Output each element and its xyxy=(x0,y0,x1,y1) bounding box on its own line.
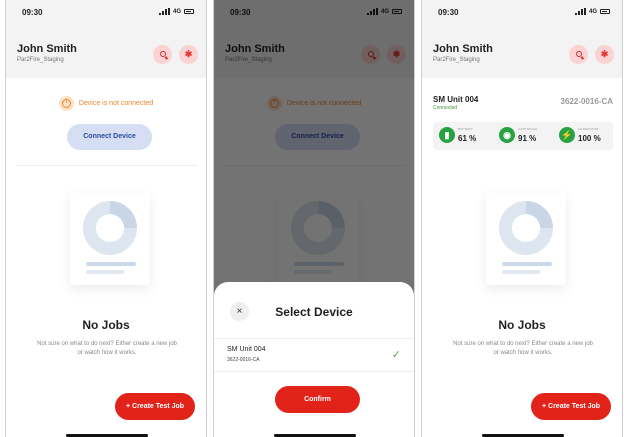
cartridge-icon: ◉ xyxy=(499,127,515,143)
screen-select-device: 09:30 4G John Smith Par2Fire_Staging ✱ D… xyxy=(213,0,415,437)
empty-state-illustration xyxy=(486,193,566,285)
device-metrics: ▮ BATTERY 61 % ◉ CARTRIDGE 91 % ⚡ GENERA… xyxy=(433,122,613,150)
empty-state-title: No Jobs xyxy=(82,318,130,332)
app-header: John Smith Par2Fire_Staging ✱ xyxy=(6,24,206,78)
metric-value: 100 % xyxy=(578,134,601,143)
gear-icon: ✱ xyxy=(600,49,609,59)
search-icon xyxy=(575,51,582,57)
create-test-job-button[interactable]: + Create Test Job xyxy=(531,393,611,420)
status-time: 09:30 xyxy=(22,8,43,17)
battery-icon: ▮ xyxy=(439,127,455,143)
app-header: John Smith Par2Fire_Staging ✱ xyxy=(422,24,622,78)
divider xyxy=(16,165,198,166)
device-name: SM Unit 004 xyxy=(227,346,266,353)
notice-text: Device is not connected xyxy=(78,100,154,107)
network-label: 4G xyxy=(172,8,181,15)
metric-value: 61 % xyxy=(458,134,477,143)
select-device-sheet: × Select Device SM Unit 004 3622-0016-CA… xyxy=(214,282,414,437)
screen-disconnected: 09:30 4G John Smith Par2Fire_Staging ✱ D… xyxy=(5,0,207,437)
metric-label: GENERATOR xyxy=(578,127,599,131)
create-test-job-button[interactable]: + Create Test Job xyxy=(115,393,195,420)
placeholder-line xyxy=(86,270,124,274)
unit-name: SM Unit 004 xyxy=(433,95,479,104)
signal-icon xyxy=(574,8,586,15)
battery-status-icon xyxy=(600,9,610,14)
metric-label: BATTERY xyxy=(458,127,473,131)
empty-state-illustration xyxy=(70,193,150,285)
placeholder-line xyxy=(502,270,540,274)
search-icon xyxy=(159,51,166,57)
warning-icon xyxy=(58,96,74,111)
search-button[interactable] xyxy=(153,45,172,64)
sheet-title: Select Device xyxy=(275,305,353,319)
unit-status: Connected xyxy=(433,105,458,111)
user-organization: Par2Fire_Staging xyxy=(433,57,480,63)
search-button[interactable] xyxy=(569,45,588,64)
donut-chart-icon xyxy=(499,201,553,255)
status-bar: 09:30 4G xyxy=(6,0,206,24)
status-bar: 09:30 4G xyxy=(422,0,622,24)
settings-button[interactable]: ✱ xyxy=(179,45,198,64)
battery-status-icon xyxy=(184,9,194,14)
user-name: John Smith xyxy=(433,43,493,55)
signal-icon xyxy=(158,8,170,15)
unit-serial: 3622-0016-CA xyxy=(560,97,613,106)
checkmark-icon: ✓ xyxy=(391,349,401,361)
metric-label: CARTRIDGE xyxy=(518,127,538,131)
settings-button[interactable]: ✱ xyxy=(595,45,614,64)
empty-state-title: No Jobs xyxy=(498,318,546,332)
user-name: John Smith xyxy=(17,43,77,55)
placeholder-line xyxy=(86,262,136,266)
screen-connected: 09:30 4G John Smith Par2Fire_Staging ✱ S… xyxy=(421,0,623,437)
network-label: 4G xyxy=(588,8,597,15)
generator-icon: ⚡ xyxy=(559,127,575,143)
metric-value: 91 % xyxy=(518,134,537,143)
user-organization: Par2Fire_Staging xyxy=(17,57,64,63)
placeholder-line xyxy=(502,262,552,266)
status-time: 09:30 xyxy=(438,8,459,17)
empty-state-description: Not sure on what to do next? Either crea… xyxy=(453,341,593,356)
confirm-button[interactable]: Confirm xyxy=(275,386,360,413)
connection-notice: Device is not connected xyxy=(6,96,206,111)
device-list-item[interactable]: SM Unit 004 3622-0016-CA ✓ xyxy=(214,338,414,372)
device-serial: 3622-0016-CA xyxy=(227,357,260,363)
donut-chart-icon xyxy=(83,201,137,255)
connect-device-button[interactable]: Connect Device xyxy=(67,124,152,150)
gear-icon: ✱ xyxy=(184,49,193,59)
empty-state-description: Not sure on what to do next? Either crea… xyxy=(37,341,177,356)
